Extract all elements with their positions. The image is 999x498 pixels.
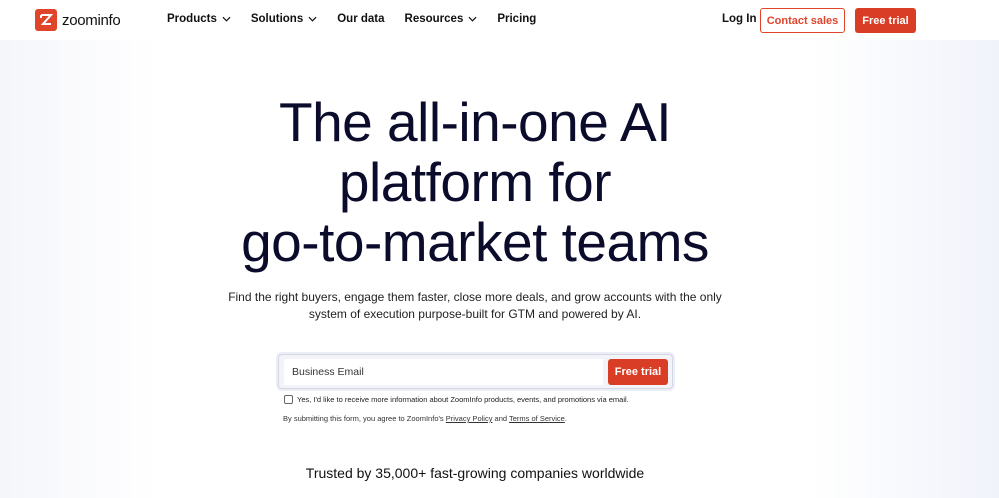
- top-navigation: zoominfo Products Solutions Our data Res…: [0, 0, 999, 42]
- nav-solutions-label: Solutions: [250, 13, 304, 25]
- signup-form: Free trial: [278, 354, 673, 389]
- nav-our-data-label: Our data: [337, 13, 385, 25]
- hero-subtitle-line-2: system of execution purpose-built for GT…: [308, 307, 642, 321]
- logo-wordmark: zoominfo: [62, 11, 121, 29]
- free-trial-form-button[interactable]: Free trial: [608, 359, 668, 385]
- hero-title-line-3: go-to-market teams: [241, 211, 709, 273]
- chevron-down-icon: [308, 16, 317, 22]
- hero-subtitle-line-1: Find the right buyers, engage them faste…: [228, 290, 722, 304]
- zoominfo-logo[interactable]: zoominfo: [35, 9, 121, 31]
- main-nav: Products Solutions Our data Resources Pr…: [167, 13, 556, 25]
- legal-suffix: .: [564, 414, 567, 423]
- chevron-down-icon: [222, 16, 231, 22]
- privacy-policy-link[interactable]: Privacy Policy: [446, 414, 493, 423]
- trusted-by-text: Trusted by 35,000+ fast-growing companie…: [305, 465, 645, 481]
- login-link[interactable]: Log In: [722, 13, 757, 25]
- hero-title: The all-in-one AI platform for go-to-mar…: [0, 92, 950, 272]
- nav-resources-label: Resources: [404, 13, 464, 25]
- consent-checkbox[interactable]: [284, 395, 293, 404]
- nav-pricing[interactable]: Pricing: [497, 13, 536, 25]
- nav-products[interactable]: Products: [167, 13, 231, 25]
- chevron-down-icon: [468, 16, 477, 22]
- contact-sales-button[interactable]: Contact sales: [760, 8, 845, 33]
- consent-text: Yes, I'd like to receive more informatio…: [297, 395, 629, 404]
- hero-title-line-1: The all-in-one AI: [279, 91, 672, 153]
- free-trial-header-button[interactable]: Free trial: [855, 8, 916, 33]
- nav-pricing-label: Pricing: [497, 13, 537, 25]
- terms-of-service-link[interactable]: Terms of Service: [509, 414, 565, 423]
- nav-solutions[interactable]: Solutions: [251, 13, 317, 25]
- legal-notice: By submitting this form, you agree to Zo…: [283, 414, 567, 423]
- nav-our-data[interactable]: Our data: [337, 13, 384, 25]
- legal-and: and: [492, 414, 509, 423]
- nav-products-label: Products: [167, 13, 217, 25]
- hero-title-line-2: platform for: [338, 151, 612, 213]
- legal-prefix: By submitting this form, you agree to Zo…: [283, 414, 446, 423]
- business-email-input[interactable]: [284, 359, 603, 385]
- hero-subtitle: Find the right buyers, engage them faste…: [225, 289, 725, 323]
- nav-resources[interactable]: Resources: [405, 13, 478, 25]
- zoominfo-logo-icon: [35, 9, 57, 31]
- consent-row: Yes, I'd like to receive more informatio…: [284, 395, 629, 404]
